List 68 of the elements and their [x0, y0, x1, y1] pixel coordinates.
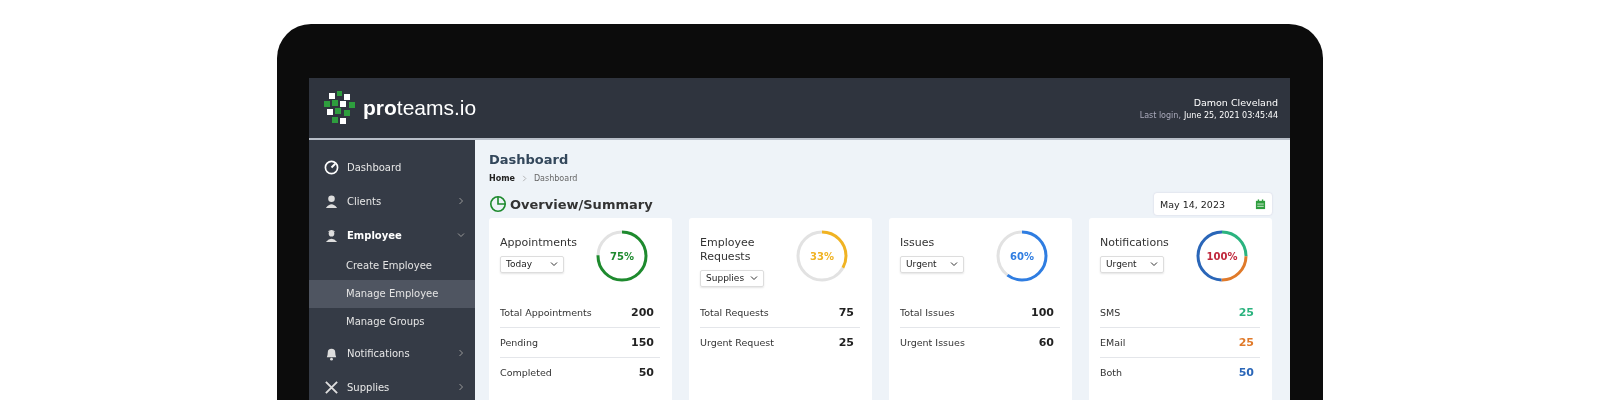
progress-ring	[1194, 228, 1250, 284]
sidebar-subitem[interactable]: Create Employee	[309, 252, 475, 280]
stat-label: Completed	[500, 367, 552, 378]
percent-value: 60%	[1010, 250, 1034, 262]
calendar-icon	[1255, 198, 1266, 210]
filter-dropdown[interactable]: Urgent	[1100, 255, 1164, 273]
logo-icon	[323, 91, 357, 125]
stat-value: 50	[1238, 366, 1254, 379]
stat-value: 150	[631, 336, 654, 349]
stat-value: 25	[1238, 306, 1254, 319]
stat-value: 25	[838, 336, 854, 349]
stat-label: Both	[1100, 367, 1123, 378]
chevron-right-icon	[520, 175, 528, 182]
stat-label: EMail	[1100, 337, 1126, 348]
chevron-down-icon	[950, 260, 958, 269]
breadcrumb-link[interactable]: Home	[489, 174, 515, 183]
last-login-time: June 25, 2021 03:45:44	[1183, 110, 1278, 120]
stat-value: 75	[838, 306, 854, 319]
chevron-right-icon	[457, 383, 465, 391]
stat-value: 25	[1238, 336, 1254, 349]
page-title: Dashboard	[489, 152, 570, 167]
person-icon	[324, 193, 339, 209]
section-title: Overview/Summary	[510, 196, 653, 212]
percent-value: 100%	[1206, 250, 1238, 262]
filter-dropdown[interactable]: Supplies	[700, 269, 764, 287]
stat-value: 60	[1038, 336, 1054, 349]
stat-label: Pending	[500, 337, 538, 348]
filter-dropdown[interactable]: Today	[500, 255, 564, 273]
sidebar-item[interactable]: Clients	[309, 184, 475, 218]
stat-label: Urgent Issues	[900, 337, 965, 348]
stat-label: SMS	[1100, 307, 1121, 318]
logo-text: proteams.io	[363, 96, 477, 120]
chevron-down-icon	[457, 231, 465, 239]
stat-value: 200	[631, 306, 654, 319]
progress-ring	[794, 228, 850, 284]
sidebar-subitem[interactable]: Manage Groups	[309, 308, 475, 336]
stat-value: 100	[1031, 306, 1054, 319]
stat-label: Total Issues	[900, 307, 955, 318]
sidebar-item[interactable]: Employee	[309, 218, 475, 252]
user-name: Damon Cleveland	[1193, 96, 1278, 108]
sidebar-item[interactable]: Supplies	[309, 370, 475, 400]
sidebar-subitem[interactable]: Manage Employee	[309, 280, 475, 308]
chevron-right-icon	[457, 197, 465, 205]
progress-ring	[994, 228, 1050, 284]
stat-label: Total Appointments	[500, 307, 592, 318]
breadcrumb-link[interactable]: Dashboard	[533, 174, 578, 183]
chevron-down-icon	[750, 274, 758, 282]
card-title: Issues	[900, 236, 936, 250]
percent-value: 33%	[810, 250, 834, 262]
card-title: Appointments	[500, 236, 579, 250]
card-title: Notifications	[1100, 236, 1170, 250]
stat-label: Total Requests	[700, 307, 769, 318]
date-picker[interactable]: May 14, 2023	[1154, 193, 1272, 215]
stat-label: Urgent Request	[700, 337, 774, 348]
gauge-icon	[324, 159, 339, 175]
chevron-down-icon	[550, 260, 558, 269]
sidebar-item[interactable]: Notifications	[309, 336, 475, 370]
chevron-down-icon	[1150, 260, 1158, 269]
filter-dropdown[interactable]: Urgent	[900, 255, 964, 273]
chevron-right-icon	[457, 349, 465, 357]
progress-ring	[594, 228, 650, 284]
last-login-label: Last login,	[1139, 110, 1181, 120]
person-with-cap-icon	[324, 227, 339, 243]
stat-value: 50	[638, 366, 654, 379]
pie-chart-icon	[489, 195, 507, 213]
card-title: Employee Requests	[700, 236, 756, 264]
percent-value: 75%	[610, 250, 634, 262]
sidebar-item[interactable]: Dashboard	[309, 150, 475, 184]
